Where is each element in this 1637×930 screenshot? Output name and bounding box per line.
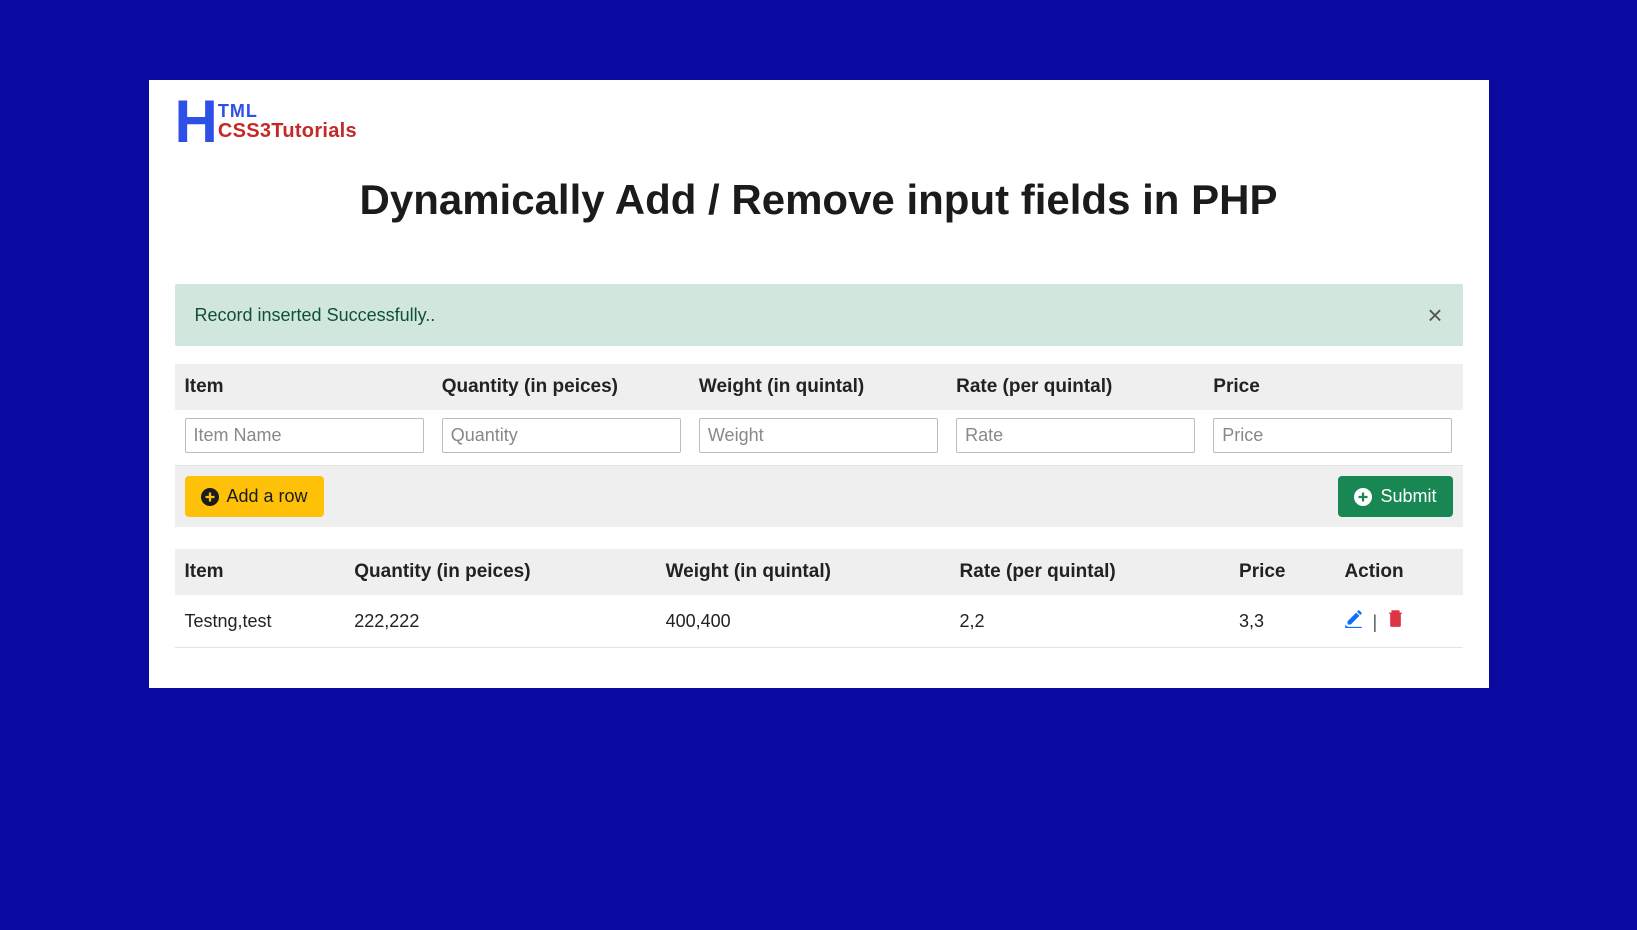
- edit-icon: [1344, 612, 1363, 633]
- delete-row-button[interactable]: [1386, 609, 1405, 632]
- logo-css3: CSS3Tutorials: [218, 121, 357, 142]
- action-separator: |: [1368, 612, 1381, 632]
- plus-circle-icon: [201, 488, 219, 506]
- col-weight: Weight (in quintal): [656, 549, 950, 595]
- alert-close-button[interactable]: ×: [1427, 302, 1442, 328]
- add-row-button[interactable]: Add a row: [185, 476, 324, 517]
- col-price: Price: [1229, 549, 1334, 595]
- col-quantity: Quantity (in peices): [344, 549, 655, 595]
- form-actions-row: Add a row Submit: [175, 466, 1463, 527]
- submit-label: Submit: [1380, 486, 1436, 507]
- logo-tml: TML: [218, 102, 357, 121]
- add-row-label: Add a row: [227, 486, 308, 507]
- trash-icon: [1386, 612, 1405, 633]
- header-quantity: Quantity (in peices): [442, 376, 681, 398]
- page-title: Dynamically Add / Remove input fields in…: [175, 176, 1463, 224]
- table-row: Testng,test 222,222 400,400 2,2 3,3 |: [175, 595, 1463, 648]
- header-rate: Rate (per quintal): [956, 376, 1195, 398]
- logo-text-block: TML CSS3Tutorials: [218, 102, 357, 146]
- cell-quantity: 222,222: [344, 595, 655, 648]
- cell-price: 3,3: [1229, 595, 1334, 648]
- input-form: Item Quantity (in peices) Weight (in qui…: [175, 364, 1463, 527]
- alert-message: Record inserted Successfully..: [195, 305, 436, 326]
- price-input[interactable]: [1213, 418, 1452, 453]
- edit-row-button[interactable]: [1344, 609, 1363, 632]
- submit-button[interactable]: Submit: [1338, 476, 1452, 517]
- form-header-row: Item Quantity (in peices) Weight (in qui…: [175, 364, 1463, 410]
- site-logo: H TML CSS3Tutorials: [175, 98, 1463, 146]
- header-price: Price: [1213, 376, 1452, 398]
- plus-circle-icon: [1354, 488, 1372, 506]
- close-icon: ×: [1427, 300, 1442, 330]
- cell-rate: 2,2: [950, 595, 1229, 648]
- main-card: H TML CSS3Tutorials Dynamically Add / Re…: [149, 80, 1489, 688]
- data-header-row: Item Quantity (in peices) Weight (in qui…: [175, 549, 1463, 595]
- cell-action: |: [1334, 595, 1462, 648]
- logo-letter-h: H: [175, 98, 216, 146]
- success-alert: Record inserted Successfully.. ×: [175, 284, 1463, 346]
- header-item: Item: [185, 376, 424, 398]
- item-name-input[interactable]: [185, 418, 424, 453]
- col-action: Action: [1334, 549, 1462, 595]
- header-weight: Weight (in quintal): [699, 376, 938, 398]
- cell-item: Testng,test: [175, 595, 345, 648]
- data-table: Item Quantity (in peices) Weight (in qui…: [175, 549, 1463, 648]
- rate-input[interactable]: [956, 418, 1195, 453]
- col-rate: Rate (per quintal): [950, 549, 1229, 595]
- cell-weight: 400,400: [656, 595, 950, 648]
- quantity-input[interactable]: [442, 418, 681, 453]
- col-item: Item: [175, 549, 345, 595]
- form-input-row: [175, 410, 1463, 466]
- weight-input[interactable]: [699, 418, 938, 453]
